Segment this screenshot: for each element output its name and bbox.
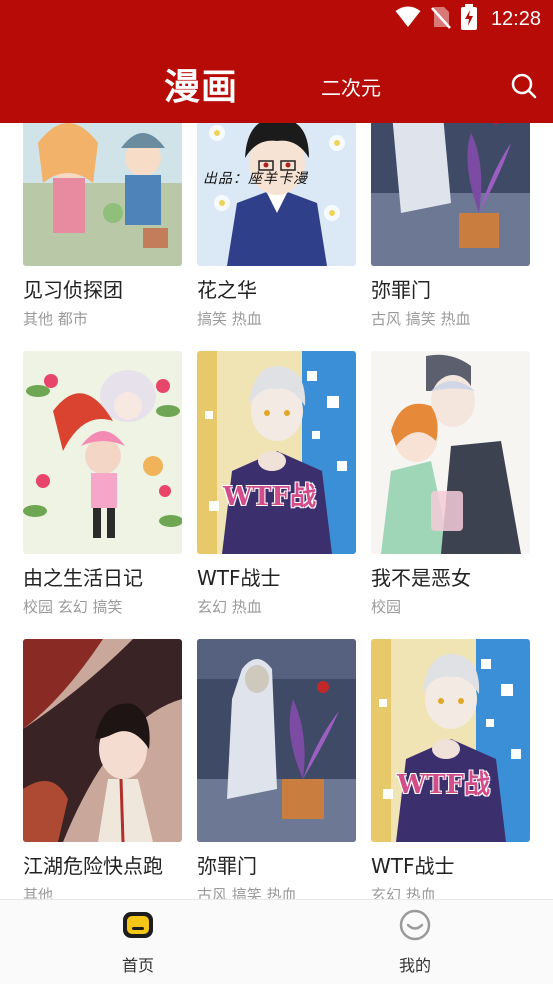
home-icon: [123, 912, 153, 938]
comic-tags: 校园: [371, 598, 402, 616]
cover-title-overlay: WTF战: [223, 482, 317, 512]
comic-tags: 校园 玄幻 搞笑: [23, 598, 123, 616]
comic-tags: 其他: [23, 886, 54, 899]
comic-cover[interactable]: [371, 351, 530, 554]
comic-title: 由之生活日记: [23, 566, 143, 590]
cover-credit: 出品：座羊卡漫: [203, 171, 308, 187]
comic-cover[interactable]: [197, 639, 356, 842]
comic-card[interactable]: 江湖危险快点跑 其他: [23, 639, 183, 899]
no-sim-icon: [431, 5, 451, 33]
nav-mine[interactable]: 我的: [370, 908, 460, 976]
comic-card[interactable]: 出品：座羊卡漫 花之华 搞笑 热血: [197, 123, 357, 329]
search-icon: [511, 73, 537, 99]
comic-grid: 见习侦探团 其他 都市 出品：座羊卡漫 花之华 搞笑 热血 弥罪门 古风 搞笑 …: [0, 123, 553, 899]
comic-tags: 古风 搞笑 热血: [371, 310, 471, 328]
comic-tags: 搞笑 热血: [197, 310, 262, 328]
comic-card[interactable]: 我不是恶女 校园: [371, 351, 531, 617]
battery-charging-icon: [460, 4, 477, 34]
nav-home-label: 首页: [121, 956, 154, 975]
comic-cover[interactable]: [371, 123, 530, 266]
status-bar: 12:28: [0, 0, 553, 38]
nav-home[interactable]: 首页: [93, 908, 183, 976]
comic-cover[interactable]: [23, 123, 182, 266]
comic-cover[interactable]: [23, 351, 182, 554]
app-header: 12:28 漫画 二次元: [0, 0, 553, 123]
bottom-nav: 首页 我的: [0, 899, 553, 984]
search-button[interactable]: [508, 70, 540, 102]
comic-title: 江湖危险快点跑: [23, 854, 163, 878]
comic-tags: 其他 都市: [23, 310, 88, 328]
comic-title: 花之华: [197, 278, 257, 302]
comic-cover[interactable]: 出品：座羊卡漫: [197, 123, 356, 266]
comic-title: 弥罪门: [371, 278, 431, 302]
wifi-icon: [395, 6, 421, 32]
comic-title: 见习侦探团: [23, 278, 123, 302]
comic-tags: 玄幻 热血: [197, 598, 262, 616]
comic-card[interactable]: 由之生活日记 校园 玄幻 搞笑: [23, 351, 183, 617]
status-time: 12:28: [490, 7, 541, 30]
comic-title: WTF战士: [197, 566, 281, 590]
comic-title: 我不是恶女: [371, 566, 471, 590]
comic-cover[interactable]: WTF战: [197, 351, 356, 554]
status-icons: 12:28: [395, 4, 541, 34]
tab-manga[interactable]: 漫画: [164, 58, 238, 110]
comic-card[interactable]: WTF战 WTF战士 玄幻 热血: [197, 351, 357, 617]
comic-cover[interactable]: [23, 639, 182, 842]
title-bar: 漫画 二次元: [0, 38, 553, 123]
comic-tags: 古风 搞笑 热血: [197, 886, 297, 899]
profile-icon: [399, 909, 431, 941]
comic-card[interactable]: 见习侦探团 其他 都市: [23, 123, 183, 329]
comic-card[interactable]: WTF战 WTF战士 玄幻 热血: [371, 639, 531, 899]
comic-title: WTF战士: [371, 854, 455, 878]
nav-mine-label: 我的: [398, 956, 431, 975]
comic-card[interactable]: 弥罪门 古风 搞笑 热血: [197, 639, 357, 899]
tab-anime[interactable]: 二次元: [321, 72, 381, 101]
comic-card[interactable]: 弥罪门 古风 搞笑 热血: [371, 123, 531, 329]
comic-cover[interactable]: WTF战: [371, 639, 530, 842]
comic-title: 弥罪门: [197, 854, 257, 878]
cover-title-overlay: WTF战: [397, 770, 491, 800]
comic-tags: 玄幻 热血: [371, 886, 436, 899]
